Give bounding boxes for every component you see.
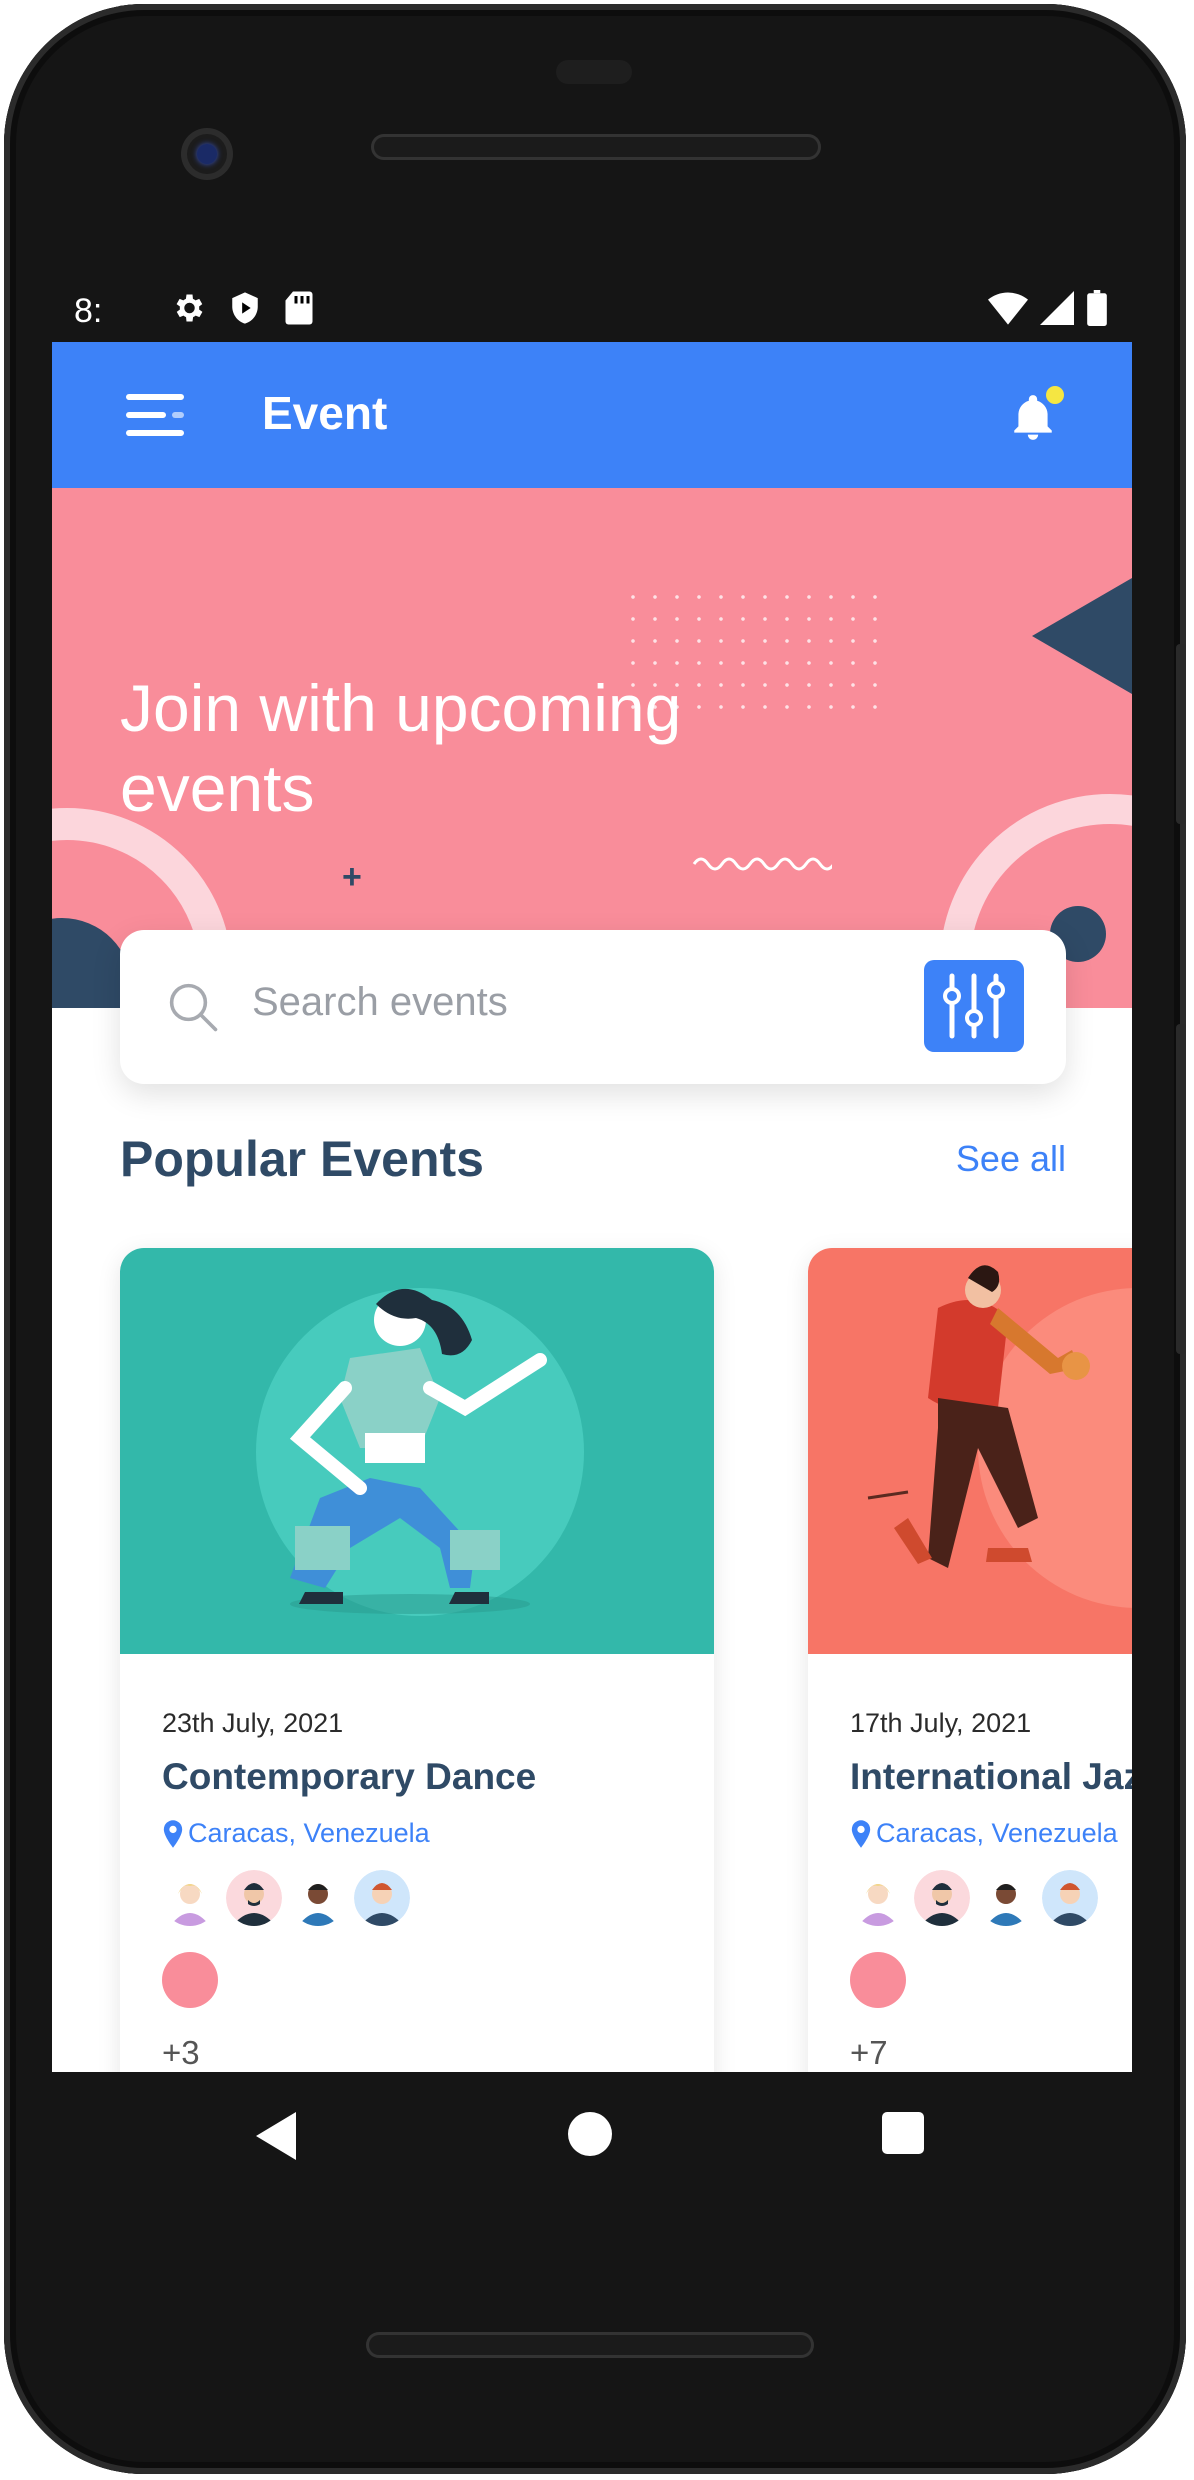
- menu-button[interactable]: [126, 390, 186, 440]
- earpiece-speaker: [371, 134, 821, 160]
- filter-icon: [943, 973, 1005, 1039]
- more-attendees-dot: [850, 1952, 906, 2008]
- settings-icon: [176, 294, 203, 322]
- plus-decoration: +: [342, 858, 362, 896]
- back-icon[interactable]: [256, 2112, 300, 2160]
- app-screen: Event + Join with upcoming events Search…: [52, 342, 1132, 2072]
- event-date: 23th July, 2021: [162, 1708, 344, 1738]
- avatar: [354, 1870, 410, 1926]
- event-card[interactable]: 23th July, 2021 Contemporary Dance Carac…: [120, 1248, 714, 2072]
- front-camera: [181, 128, 233, 180]
- search-input[interactable]: Search events: [252, 980, 508, 1025]
- hero-headline: Join with upcoming events: [120, 671, 682, 825]
- event-card[interactable]: 17th July, 2021 International Jazz Carac…: [808, 1248, 1132, 2072]
- volume-button: [1176, 644, 1186, 824]
- location-pin-icon: [163, 1819, 183, 1848]
- app-title: Event: [262, 387, 388, 439]
- filter-button[interactable]: [924, 960, 1024, 1052]
- dance-illustration: [120, 1248, 714, 1654]
- avatar: [1042, 1870, 1098, 1926]
- wifi-icon: [988, 292, 1028, 325]
- power-button: [1176, 1024, 1186, 1354]
- system-nav-bar: [52, 2072, 1132, 2202]
- avatar: [226, 1870, 282, 1926]
- avatar: [978, 1870, 1034, 1926]
- recents-icon[interactable]: [882, 2112, 924, 2154]
- attendee-avatars: [162, 1870, 410, 1926]
- event-name: International Jazz: [850, 1756, 1132, 1797]
- home-icon[interactable]: [568, 2112, 612, 2156]
- event-location: Caracas, Venezuela: [850, 1818, 1118, 1849]
- search-bar[interactable]: Search events: [120, 930, 1066, 1084]
- see-all-link[interactable]: See all: [956, 1138, 1066, 1180]
- search-icon: [169, 983, 218, 1032]
- proximity-sensor: [556, 60, 632, 84]
- status-bar: 8:: [52, 280, 1132, 342]
- shield-icon: [232, 292, 258, 324]
- app-bar: Event: [52, 342, 1132, 488]
- event-name: Contemporary Dance: [162, 1756, 537, 1797]
- sd-card-icon: [285, 291, 313, 325]
- triangle-decoration: [1032, 578, 1132, 694]
- attendee-avatars: [850, 1870, 1098, 1926]
- signal-icon: [1040, 291, 1074, 325]
- avatar: [162, 1870, 218, 1926]
- location-pin-icon: [851, 1819, 871, 1848]
- wave-decoration: [692, 857, 832, 871]
- event-location-text: Caracas, Venezuela: [876, 1818, 1118, 1848]
- notifications-button[interactable]: [1008, 386, 1064, 446]
- avatar: [914, 1870, 970, 1926]
- notification-dot: [1046, 386, 1064, 404]
- event-location-text: Caracas, Venezuela: [188, 1818, 430, 1848]
- more-attendees-count: +7: [850, 2034, 888, 2071]
- battery-icon: [1087, 290, 1107, 326]
- avatar: [290, 1870, 346, 1926]
- event-location: Caracas, Venezuela: [162, 1818, 430, 1849]
- popular-events-title: Popular Events: [120, 1131, 484, 1187]
- avatar: [850, 1870, 906, 1926]
- more-attendees-count: +3: [162, 2034, 200, 2071]
- event-date: 17th July, 2021: [850, 1708, 1032, 1738]
- bottom-speaker: [366, 2332, 814, 2358]
- jazz-illustration: [808, 1248, 1132, 1654]
- more-attendees-dot: [162, 1952, 218, 2008]
- status-time: 8:: [74, 292, 103, 330]
